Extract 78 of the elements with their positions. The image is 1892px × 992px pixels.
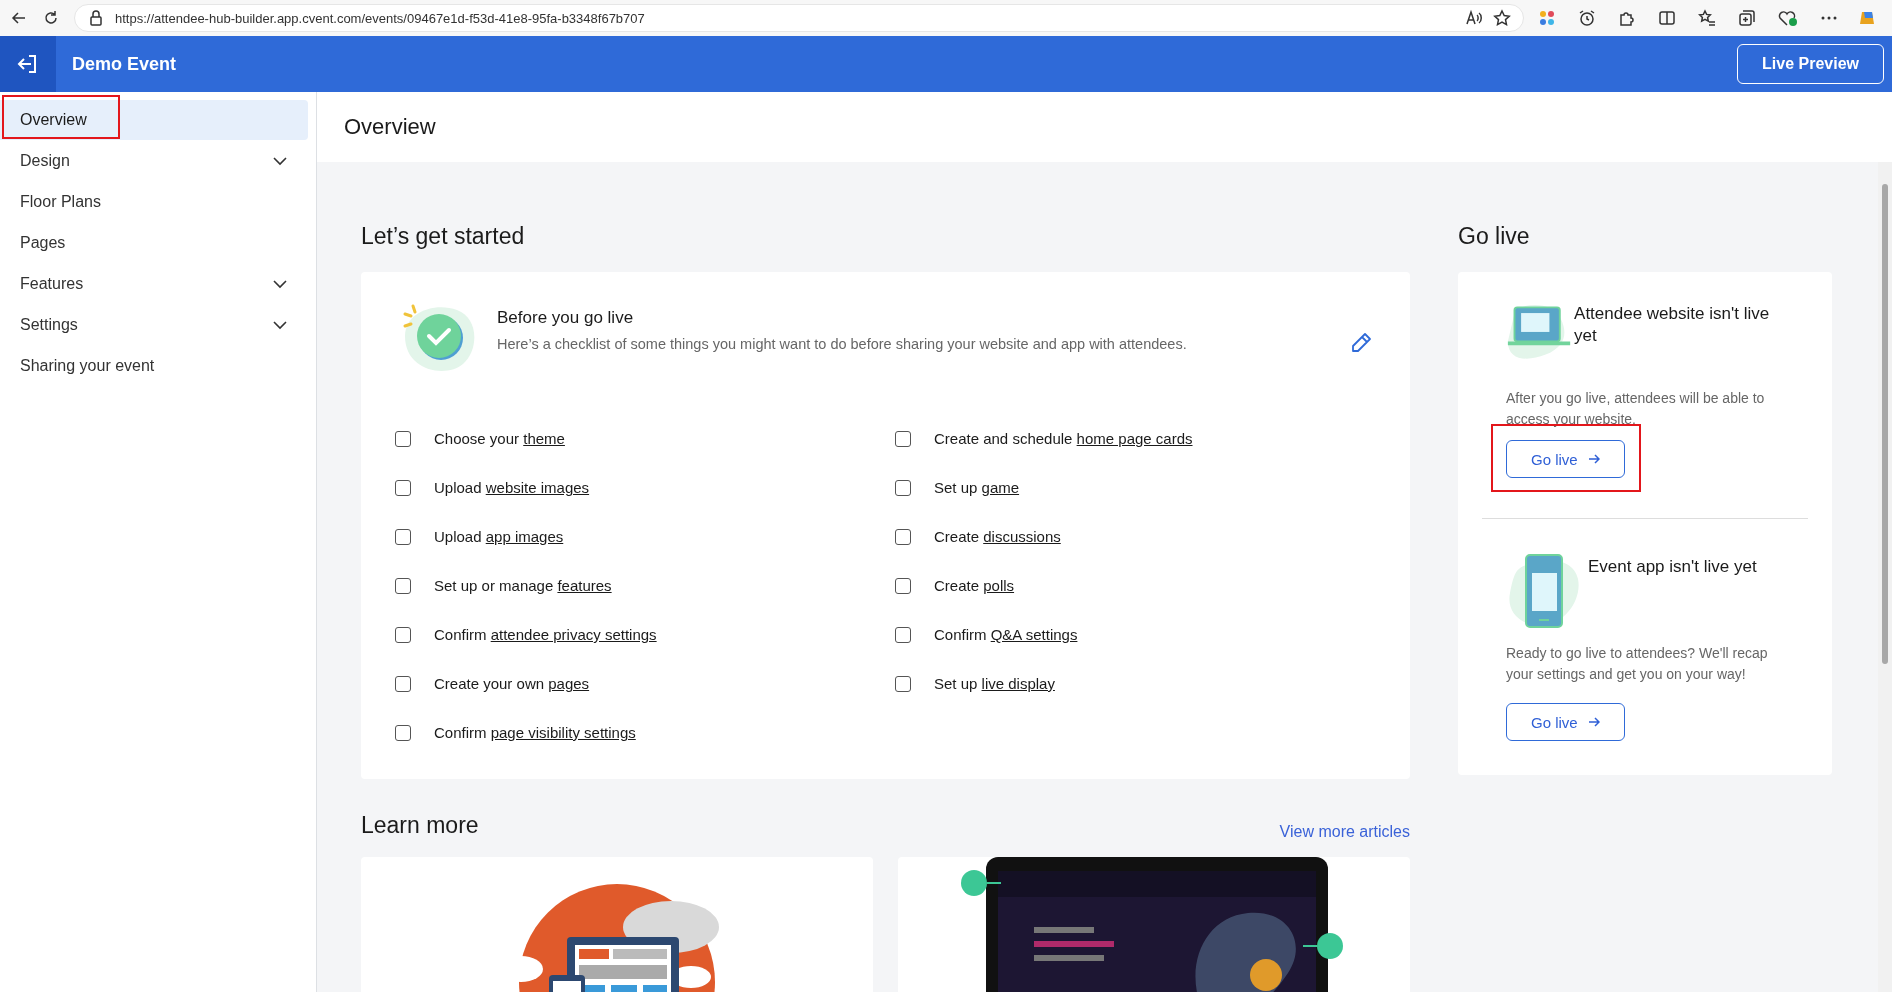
status-title: Event app isn't live yet <box>1588 556 1757 578</box>
checkbox[interactable] <box>895 675 911 692</box>
checklist-item-text: Confirm Q&A settings <box>934 626 1078 643</box>
arrow-right-icon <box>1587 716 1600 728</box>
checkbox[interactable] <box>395 626 411 643</box>
checklist-link[interactable]: page visibility settings <box>490 724 636 741</box>
status-description: After you go live, attendees will be able to access your website. <box>1506 389 1766 429</box>
go-live-button[interactable]: Go live <box>1506 703 1625 741</box>
checkbox[interactable] <box>395 675 411 692</box>
checklist-item-text: Confirm attendee privacy settings <box>434 626 657 643</box>
copilot-icon[interactable] <box>1860 9 1874 27</box>
checklist-item-text: Create polls <box>934 577 1015 594</box>
scrollbar[interactable] <box>1878 162 1892 992</box>
checkbox[interactable] <box>395 577 411 594</box>
arrow-right-icon <box>1587 453 1600 465</box>
sidebar-item[interactable]: Pages <box>0 223 308 263</box>
sidebar-item[interactable]: Settings <box>0 305 308 345</box>
section-heading: Go live <box>1458 221 1531 251</box>
checkbox[interactable] <box>895 528 911 545</box>
checklist-item-text: Set up live display <box>934 675 1055 692</box>
checklist-link[interactable]: website images <box>485 479 590 496</box>
card-subtitle: Here’s a checklist of some things you might want to do before sharing your website and app with attendees. <box>497 336 1187 352</box>
checklist-item-text: Create and schedule home page cards <box>934 430 1193 447</box>
star-icon[interactable] <box>1493 9 1511 27</box>
checkbox[interactable] <box>395 430 411 447</box>
checkbox[interactable] <box>895 577 911 594</box>
sidebar-item[interactable]: Sharing your event <box>0 346 308 386</box>
sidebar-item[interactable]: Floor Plans <box>0 182 308 222</box>
checklist-link[interactable]: Q&A settings <box>990 626 1078 643</box>
checklist-link[interactable]: polls <box>983 577 1015 594</box>
pencil-icon[interactable] <box>1350 332 1372 354</box>
collections-icon[interactable] <box>1738 9 1756 27</box>
checkbox[interactable] <box>895 430 911 447</box>
exit-button[interactable] <box>0 36 56 92</box>
checklist-link[interactable]: live display <box>981 675 1055 692</box>
puzzle-icon[interactable] <box>1618 9 1636 27</box>
page-title: Overview <box>344 114 436 140</box>
event-title: Demo Event <box>72 53 178 75</box>
lock-icon[interactable] <box>87 9 105 27</box>
checklist-item-text: Upload website images <box>434 479 590 496</box>
checkbox[interactable] <box>895 479 911 496</box>
sidebar-item[interactable]: Design <box>0 141 308 181</box>
checklist-item-text: Confirm page visibility settings <box>434 724 636 741</box>
section-heading: Let’s get started <box>361 221 526 251</box>
status-description: Ready to go live to attendees? We'll recap your settings and get you on your way! <box>1506 644 1769 684</box>
checkbox[interactable] <box>895 626 911 643</box>
view-more-link[interactable]: View more articles <box>1279 823 1410 841</box>
checklist-item-text: Set up or manage features <box>434 577 612 594</box>
checklist-item-text: Create your own pages <box>434 675 590 692</box>
split-screen-icon[interactable] <box>1658 9 1676 27</box>
live-preview-button[interactable]: Live Preview <box>1737 44 1884 84</box>
sidebar-item[interactable]: Features <box>0 264 308 304</box>
checklist-link[interactable]: discussions <box>983 528 1061 545</box>
checklist-item-text: Upload app images <box>434 528 564 545</box>
checklist-link[interactable]: theme <box>523 430 565 447</box>
section-heading: Learn more <box>361 811 479 839</box>
checkbox[interactable] <box>395 528 411 545</box>
heart-pulse-icon[interactable] <box>1778 9 1798 27</box>
extension-dots-icon[interactable] <box>1538 9 1556 27</box>
card-title: Before you go live <box>497 308 635 328</box>
read-aloud-icon[interactable] <box>1465 9 1483 27</box>
checkbox[interactable] <box>395 724 411 741</box>
checklist-item-text: Set up game <box>934 479 1020 496</box>
checklist-link[interactable]: attendee privacy settings <box>490 626 657 643</box>
checklist-link[interactable]: pages <box>548 675 590 692</box>
checkbox[interactable] <box>395 479 411 496</box>
exit-icon <box>17 53 39 75</box>
checklist-link[interactable]: home page cards <box>1076 430 1193 447</box>
favorites-icon[interactable] <box>1698 9 1716 27</box>
checklist-item-text: Create discussions <box>934 528 1061 545</box>
checklist-link[interactable]: app images <box>485 528 564 545</box>
alarm-clock-icon[interactable] <box>1578 9 1596 27</box>
checklist-link[interactable]: features <box>557 577 612 594</box>
reload-icon[interactable] <box>42 9 60 27</box>
checklist-link[interactable]: game <box>981 479 1020 496</box>
go-live-button[interactable]: Go live <box>1506 440 1625 478</box>
status-title: Attendee website isn't live yet <box>1574 303 1771 347</box>
checklist-item-text: Choose your theme <box>434 430 565 447</box>
